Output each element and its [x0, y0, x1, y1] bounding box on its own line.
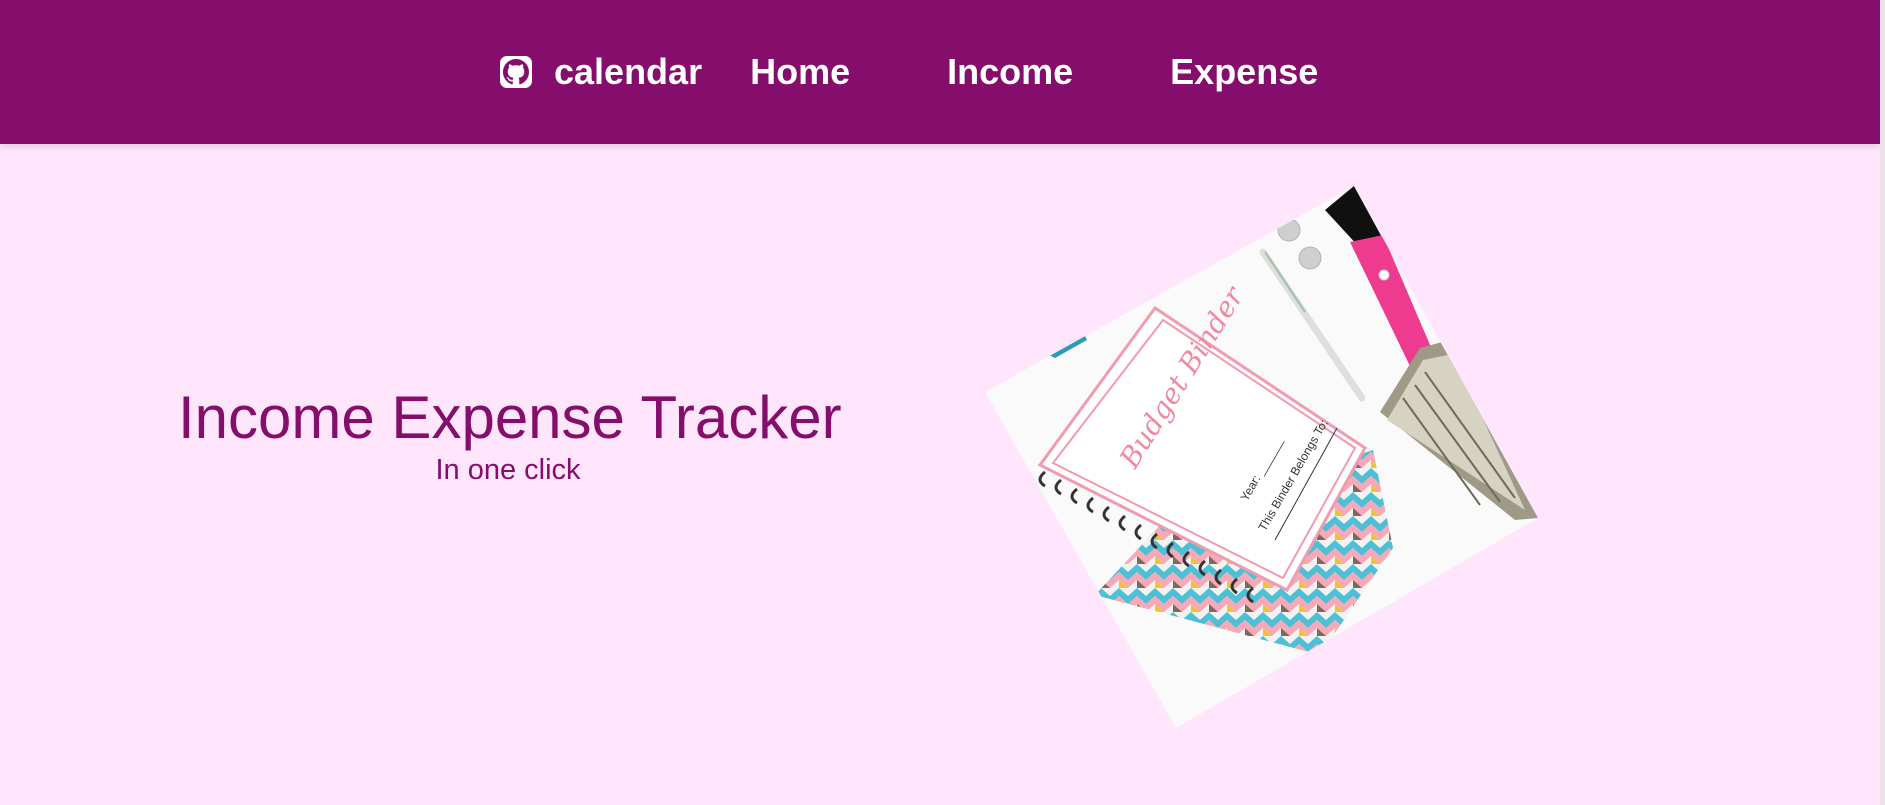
hero-subtitle: In one click — [435, 454, 581, 486]
github-icon — [500, 56, 532, 88]
nav-link-home[interactable]: Home — [750, 51, 850, 93]
top-navbar: calendar Home Income Expense — [0, 0, 1880, 144]
nav-link-income[interactable]: Income — [947, 51, 1073, 93]
nav-link-expense[interactable]: Expense — [1170, 51, 1318, 93]
brand-link[interactable]: calendar — [500, 51, 702, 93]
hero-title: Income Expense Tracker — [178, 384, 842, 451]
nav-container: calendar Home Income Expense — [500, 0, 1318, 144]
brand-label: calendar — [554, 51, 703, 92]
scrollbar[interactable] — [1880, 0, 1885, 805]
budget-binder-image: Budget Binder Year: ______ This Binder B… — [985, 186, 1538, 728]
